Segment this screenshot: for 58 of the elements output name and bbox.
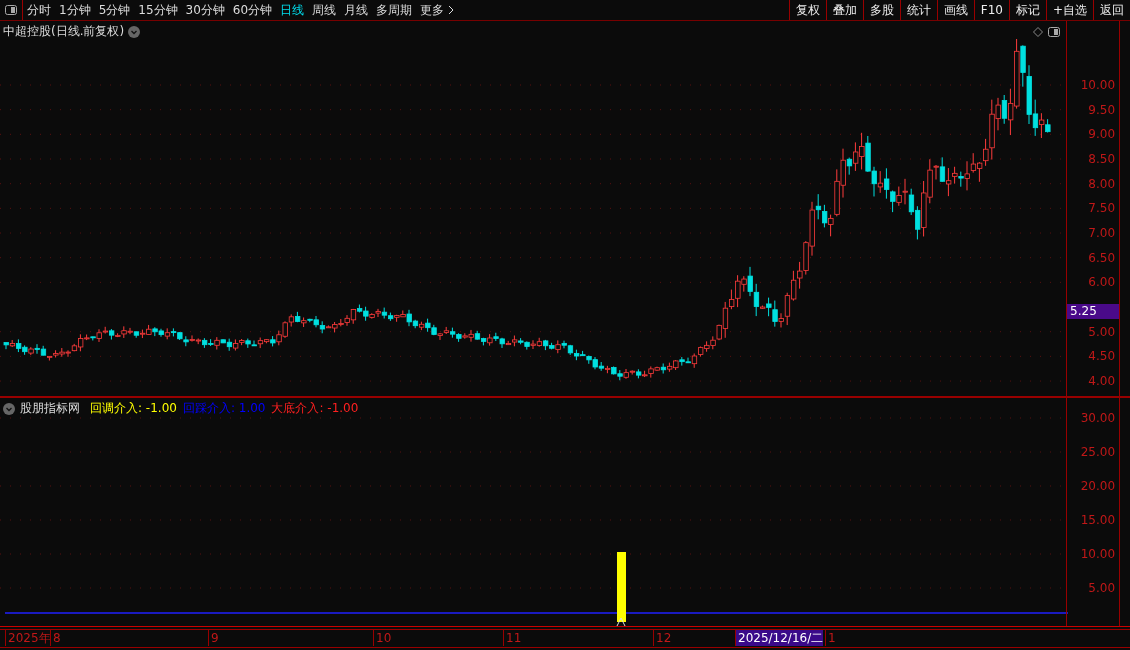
dropdown-icon[interactable] bbox=[3, 402, 15, 415]
period-tab[interactable]: 周线 bbox=[308, 0, 341, 20]
period-tab[interactable]: 5分钟 bbox=[94, 0, 135, 20]
date-label: 1 bbox=[825, 630, 836, 646]
toolbar-button[interactable]: 画线 bbox=[936, 0, 974, 20]
indicator-tick-label: 10.00 bbox=[1080, 547, 1115, 561]
date-label: 8 bbox=[50, 630, 61, 646]
toolbar-button[interactable]: F10 bbox=[973, 0, 1009, 20]
period-tab[interactable]: 多周期 bbox=[372, 0, 417, 20]
indicator-legend: 回调介入: -1.00 bbox=[90, 400, 177, 417]
price-tick-label: 7.50 bbox=[1088, 201, 1115, 216]
stock-title: 中超控股(日线.前复权) bbox=[3, 23, 125, 40]
date-label: 9 bbox=[208, 630, 219, 646]
toolbar-button[interactable]: 返回 bbox=[1093, 0, 1130, 20]
price-tick-label: 9.50 bbox=[1088, 102, 1115, 117]
price-tick-label: 10.00 bbox=[1080, 78, 1115, 92]
panel-toggle-icon[interactable] bbox=[5, 5, 17, 15]
diamond-icon[interactable] bbox=[1033, 26, 1044, 37]
period-tab[interactable]: 月线 bbox=[340, 0, 373, 20]
toolbar-button[interactable]: 叠加 bbox=[825, 0, 863, 20]
price-tick-label: 8.00 bbox=[1088, 176, 1115, 191]
price-tick-label: 5.00 bbox=[1088, 324, 1115, 339]
date-label: 10 bbox=[373, 630, 392, 646]
indicator-tick-label: 20.00 bbox=[1080, 479, 1115, 493]
indicator-legend: 回踩介入: 1.00 bbox=[182, 400, 266, 417]
indicator-title: 股朋指标网 bbox=[20, 400, 80, 417]
indicator-tick-label: 30.00 bbox=[1080, 411, 1115, 425]
price-tick-label: 4.00 bbox=[1088, 374, 1115, 389]
price-tick-label: 4.50 bbox=[1088, 349, 1115, 364]
period-tab[interactable]: 60分钟 bbox=[228, 0, 277, 20]
price-tick-label: 6.00 bbox=[1088, 275, 1115, 290]
more-button[interactable]: 更多 bbox=[416, 0, 459, 20]
period-tab[interactable]: 分时 bbox=[23, 0, 55, 20]
toolbar-button[interactable]: 标记 bbox=[1008, 0, 1046, 20]
date-label: 2025年 bbox=[5, 630, 51, 646]
toolbar-button[interactable]: 统计 bbox=[899, 0, 937, 20]
date-label: 2025/12/16/二 bbox=[735, 630, 824, 646]
toolbar-button[interactable]: 复权 bbox=[788, 0, 826, 20]
period-tab[interactable]: 15分钟 bbox=[134, 0, 182, 20]
toolbar-button[interactable]: 多股 bbox=[862, 0, 900, 20]
indicator-tick-label: 15.00 bbox=[1080, 513, 1115, 527]
chevron-right-icon bbox=[448, 5, 455, 15]
period-tab[interactable]: 1分钟 bbox=[55, 0, 95, 20]
date-label: 11 bbox=[503, 630, 522, 646]
period-tab[interactable]: 30分钟 bbox=[181, 0, 229, 20]
indicator-tick-label: 5.00 bbox=[1088, 581, 1115, 595]
price-tick-label: 6.50 bbox=[1088, 250, 1115, 265]
date-label: 12 bbox=[653, 630, 672, 646]
dropdown-icon[interactable] bbox=[128, 25, 141, 38]
price-tick-label: 8.50 bbox=[1088, 152, 1115, 166]
panel-toggle-icon[interactable] bbox=[1048, 26, 1061, 37]
toolbar-button[interactable]: +自选 bbox=[1045, 0, 1093, 20]
current-price-tag: 5.25 bbox=[1067, 304, 1119, 319]
price-tick-label: 7.00 bbox=[1088, 226, 1115, 240]
indicator-tick-label: 25.00 bbox=[1080, 445, 1115, 459]
period-tab[interactable]: 日线 bbox=[276, 0, 309, 20]
indicator-legend: 大底介入: -1.00 bbox=[271, 400, 359, 417]
price-tick-label: 9.00 bbox=[1088, 127, 1115, 142]
